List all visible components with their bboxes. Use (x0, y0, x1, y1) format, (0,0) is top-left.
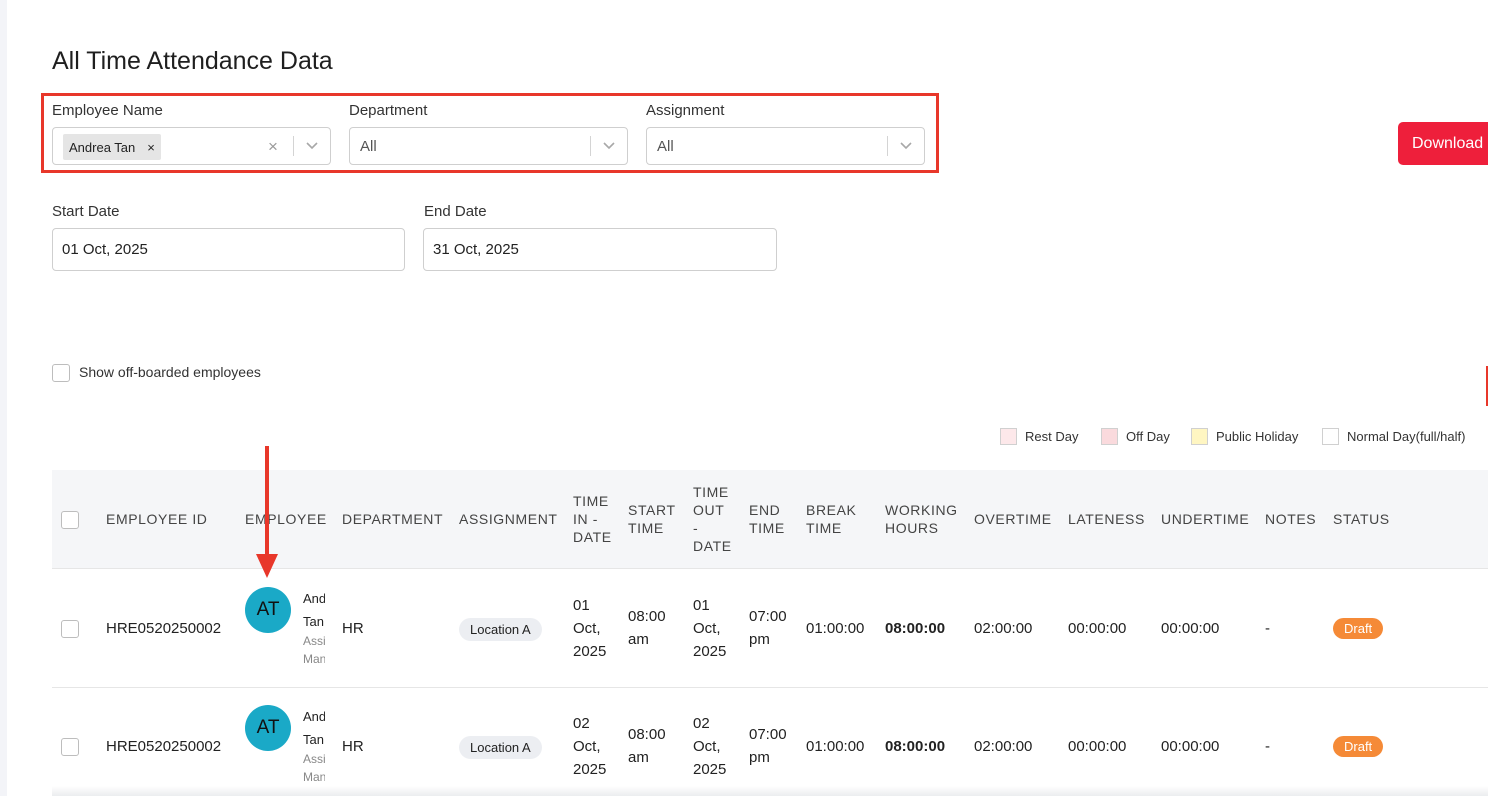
header-employee-id[interactable]: EMPLOYEE ID (106, 510, 208, 528)
chevron-down-icon[interactable] (898, 139, 914, 153)
department-label: Department (349, 102, 428, 119)
assignment-label: Assignment (646, 102, 725, 119)
time-in-date-cell: 01 Oct, 2025 (573, 597, 607, 660)
header-department[interactable]: DEPARTMENT (342, 510, 443, 528)
employee-role-line2: Manager (303, 770, 325, 784)
legend-rest-day: Rest Day (1000, 428, 1078, 445)
header-working-hours[interactable]: WORKING HOURS (885, 501, 958, 537)
employee-last-name[interactable]: Tan (303, 730, 325, 750)
select-separator (887, 136, 888, 156)
start-date-label: Start Date (52, 203, 120, 220)
avatar: AT (245, 705, 291, 751)
download-button[interactable]: Download (1398, 122, 1488, 165)
clear-icon[interactable]: × (268, 137, 278, 157)
chip-label: Andrea Tan (69, 139, 136, 155)
scroll-shadow (52, 786, 1488, 796)
overtime-cell: 02:00:00 (974, 738, 1033, 755)
header-end-time[interactable]: END TIME (749, 501, 785, 537)
selected-employee-chip: Andrea Tan × (63, 134, 161, 160)
header-undertime[interactable]: UNDERTIME (1161, 510, 1249, 528)
undertime-cell: 00:00:00 (1161, 620, 1220, 637)
header-break-time[interactable]: BREAK TIME (806, 501, 856, 537)
employee-name-select[interactable]: Andrea Tan × × (52, 127, 331, 165)
chevron-down-icon[interactable] (304, 139, 320, 153)
rest-day-swatch (1000, 428, 1017, 445)
notes-cell: - (1265, 738, 1270, 755)
time-out-date-cell: 02 Oct, 2025 (693, 715, 727, 778)
chevron-down-icon[interactable] (601, 139, 617, 153)
working-hours-cell: 08:00:00 (885, 620, 946, 637)
employee-first-name[interactable]: Andrea (303, 707, 325, 727)
header-assignment[interactable]: ASSIGNMENT (459, 510, 558, 528)
assignment-select[interactable]: All (646, 127, 925, 165)
lateness-cell: 00:00:00 (1068, 620, 1127, 637)
department-select[interactable]: All (349, 127, 628, 165)
left-strip (0, 0, 7, 796)
avatar: AT (245, 587, 291, 633)
overtime-cell: 02:00:00 (974, 620, 1033, 637)
legend-normal-day: Normal Day(full/half) (1322, 428, 1465, 445)
assignment-badge: Location A (459, 736, 542, 759)
employee-last-name[interactable]: Tan (303, 612, 325, 632)
start-time-cell: 08:00 am (628, 608, 666, 648)
employee-first-name[interactable]: Andrea (303, 589, 325, 609)
employee-id-cell: HRE0520250002 (106, 738, 222, 755)
lateness-cell: 00:00:00 (1068, 738, 1127, 755)
annotation-arrow-icon (256, 446, 278, 578)
end-date-label: End Date (424, 203, 487, 220)
chip-remove-icon[interactable]: × (147, 140, 155, 155)
undertime-cell: 00:00:00 (1161, 738, 1220, 755)
employee-role-line1: Assistant (303, 634, 325, 648)
show-offboarded-label: Show off-boarded employees (79, 364, 261, 380)
legend-label: Normal Day(full/half) (1347, 429, 1466, 444)
off-day-swatch (1101, 428, 1118, 445)
department-cell: HR (342, 738, 364, 755)
assignment-value: All (657, 138, 674, 155)
end-date-input[interactable]: 31 Oct, 2025 (423, 228, 777, 271)
end-time-cell: 07:00 pm (749, 726, 787, 766)
time-in-date-cell: 02 Oct, 2025 (573, 715, 607, 778)
select-separator (590, 136, 591, 156)
employee-role-line2: Manager (303, 652, 325, 666)
legend-public-holiday: Public Holiday (1191, 428, 1298, 445)
public-holiday-swatch (1191, 428, 1208, 445)
normal-day-swatch (1322, 428, 1339, 445)
header-start-time[interactable]: START TIME (628, 501, 676, 537)
assignment-badge: Location A (459, 618, 542, 641)
header-time-out-date[interactable]: TIME OUT - DATE (693, 483, 732, 555)
end-time-cell: 07:00 pm (749, 608, 787, 648)
start-time-cell: 08:00 am (628, 726, 666, 766)
legend-label: Off Day (1126, 429, 1170, 444)
header-lateness[interactable]: LATENESS (1068, 510, 1145, 528)
header-time-in-date[interactable]: TIME IN - DATE (573, 492, 612, 546)
status-badge: Draft (1333, 736, 1384, 757)
table-row[interactable]: HRE0520250002 AT Andrea Tan Assistant Ma… (52, 688, 1488, 796)
department-value: All (360, 138, 377, 155)
row-checkbox[interactable] (61, 620, 79, 638)
table-row[interactable]: HRE0520250002 AT Andrea Tan Assistant Ma… (52, 570, 1488, 688)
notes-cell: - (1265, 620, 1270, 637)
employee-role-line1: Assistant (303, 752, 325, 766)
select-separator (293, 136, 294, 156)
employee-id-cell: HRE0520250002 (106, 620, 222, 637)
status-badge: Draft (1333, 618, 1384, 639)
employee-name-label: Employee Name (52, 102, 163, 119)
working-hours-cell: 08:00:00 (885, 738, 946, 755)
legend-label: Public Holiday (1216, 429, 1299, 444)
header-notes[interactable]: NOTES (1265, 510, 1316, 528)
break-time-cell: 01:00:00 (806, 738, 865, 755)
select-all-checkbox[interactable] (61, 511, 79, 529)
break-time-cell: 01:00:00 (806, 620, 865, 637)
legend-off-day: Off Day (1101, 428, 1170, 445)
start-date-input[interactable]: 01 Oct, 2025 (52, 228, 405, 271)
page-title: All Time Attendance Data (52, 47, 333, 75)
header-overtime[interactable]: OVERTIME (974, 510, 1052, 528)
header-status[interactable]: STATUS (1333, 510, 1390, 528)
row-checkbox[interactable] (61, 738, 79, 756)
legend-label: Rest Day (1025, 429, 1079, 444)
show-offboarded-checkbox[interactable] (52, 364, 70, 382)
department-cell: HR (342, 620, 364, 637)
time-out-date-cell: 01 Oct, 2025 (693, 597, 727, 660)
